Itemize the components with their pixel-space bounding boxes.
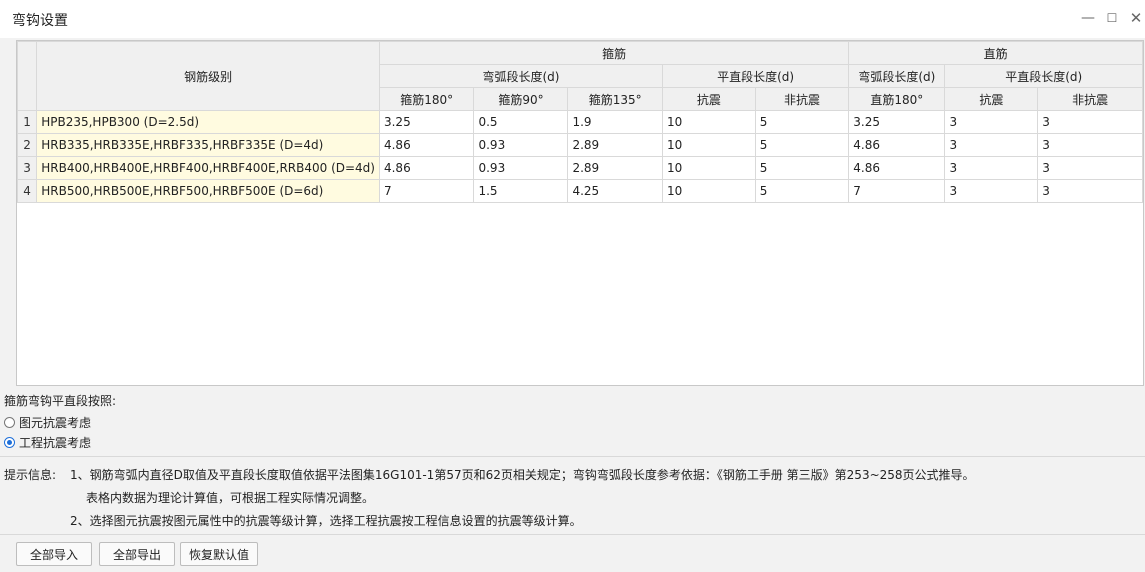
- straight-straight-length-header: 平直段长度(d): [944, 64, 1143, 88]
- hint-line-3: 2、选择图元抗震按图元属性中的抗震等级计算，选择工程抗震按工程信息设置的抗震等级…: [70, 514, 582, 528]
- straight-180-cell[interactable]: 4.86: [848, 156, 946, 180]
- stirrup-nonseismic-cell[interactable]: 5: [754, 110, 850, 134]
- close-icon[interactable]: ✕: [1126, 8, 1145, 28]
- col-straight-seismic: 抗震: [944, 87, 1039, 111]
- stirrup-180-cell[interactable]: 7: [378, 179, 475, 203]
- stirrup-180-cell[interactable]: 4.86: [378, 156, 475, 180]
- stirrup-90-cell[interactable]: 0.5: [473, 110, 569, 134]
- grade-cell[interactable]: HRB335,HRB335E,HRBF335,HRBF335E (D=4d): [36, 133, 380, 157]
- stirrup-180-cell[interactable]: 3.25: [378, 110, 475, 134]
- table-row[interactable]: 3 HRB400,HRB400E,HRBF400,HRBF400E,RRB400…: [17, 156, 1143, 180]
- dialog-body: 钢筋级别 箍筋 直筋 弯弧段长度(d) 平直段长度(d) 弯弧段长度(d) 平直…: [0, 38, 1145, 572]
- straight-seismic-cell[interactable]: 3: [944, 110, 1039, 134]
- stirrup-straight-length-header: 平直段长度(d): [661, 64, 850, 88]
- radio-element-seismic-label[interactable]: 图元抗震考虑: [19, 414, 91, 431]
- radio-button-selected[interactable]: [4, 436, 15, 448]
- divider: [0, 534, 1145, 535]
- import-all-button[interactable]: 全部导入: [16, 542, 92, 566]
- straight-nonseismic-cell[interactable]: 3: [1037, 110, 1143, 134]
- stirrup-seismic-cell[interactable]: 10: [661, 179, 756, 203]
- stirrup-nonseismic-cell[interactable]: 5: [754, 133, 850, 157]
- dialog-title: 弯钩设置: [12, 13, 68, 29]
- col-stirrup-180: 箍筋180°: [378, 87, 475, 111]
- stirrup-seismic-cell[interactable]: 10: [661, 110, 756, 134]
- col-straight-nonseismic: 非抗震: [1037, 87, 1143, 111]
- straight-arc-length-header: 弯弧段长度(d): [848, 64, 946, 88]
- radio-project-seismic[interactable]: 工程抗震考虑: [4, 433, 91, 451]
- stirrup-180-cell[interactable]: 4.86: [378, 133, 475, 157]
- hint-line-2: 表格内数据为理论计算值，可根据工程实际情况调整。: [86, 491, 375, 505]
- col-stirrup-135: 箍筋135°: [567, 87, 663, 111]
- row-number: 4: [17, 179, 38, 203]
- col-stirrup-seismic: 抗震: [661, 87, 756, 111]
- straight-seismic-cell[interactable]: 3: [944, 133, 1039, 157]
- minimize-icon[interactable]: —: [1078, 8, 1098, 28]
- straight-seismic-cell[interactable]: 3: [944, 156, 1039, 180]
- divider: [0, 456, 1145, 457]
- stirrup-135-cell[interactable]: 2.89: [567, 156, 663, 180]
- hint-line-1: 1、钢筋弯弧内直径D取值及平直段长度取值依据平法图集16G101-1第57页和6…: [70, 468, 975, 482]
- radio-button[interactable]: [4, 416, 15, 428]
- straight-180-cell[interactable]: 7: [848, 179, 946, 203]
- straight-180-cell[interactable]: 3.25: [848, 110, 946, 134]
- grade-cell[interactable]: HPB235,HPB300 (D=2.5d): [36, 110, 380, 134]
- col-straight-180: 直筋180°: [848, 87, 946, 111]
- restore-default-button[interactable]: 恢复默认值: [180, 542, 258, 566]
- dialog-titlebar: 弯钩设置 — ☐ ✕: [0, 0, 1145, 39]
- col-stirrup-nonseismic: 非抗震: [754, 87, 850, 111]
- radio-element-seismic[interactable]: 图元抗震考虑: [4, 413, 91, 431]
- straight-180-cell[interactable]: 4.86: [848, 133, 946, 157]
- straight-nonseismic-cell[interactable]: 3: [1037, 179, 1143, 203]
- stirrup-nonseismic-cell[interactable]: 5: [754, 179, 850, 203]
- hint-label: 提示信息:: [4, 468, 57, 482]
- straight-bar-group-header: 直筋: [848, 41, 1143, 65]
- export-all-button[interactable]: 全部导出: [99, 542, 175, 566]
- maximize-icon[interactable]: ☐: [1102, 8, 1122, 28]
- hook-settings-table: 钢筋级别 箍筋 直筋 弯弧段长度(d) 平直段长度(d) 弯弧段长度(d) 平直…: [17, 41, 1143, 203]
- grade-cell[interactable]: HRB400,HRB400E,HRBF400,HRBF400E,RRB400 (…: [36, 156, 380, 180]
- table-row[interactable]: 1 HPB235,HPB300 (D=2.5d) 3.25 0.5 1.9 10…: [17, 110, 1143, 134]
- stirrup-135-cell[interactable]: 2.89: [567, 133, 663, 157]
- hook-settings-grid: 钢筋级别 箍筋 直筋 弯弧段长度(d) 平直段长度(d) 弯弧段长度(d) 平直…: [16, 40, 1144, 386]
- row-number-header: [17, 41, 38, 111]
- stirrup-nonseismic-cell[interactable]: 5: [754, 156, 850, 180]
- stirrup-group-header: 箍筋: [378, 41, 850, 65]
- straight-nonseismic-cell[interactable]: 3: [1037, 156, 1143, 180]
- stirrup-135-cell[interactable]: 4.25: [567, 179, 663, 203]
- stirrup-135-cell[interactable]: 1.9: [567, 110, 663, 134]
- row-number: 1: [17, 110, 38, 134]
- straight-seismic-cell[interactable]: 3: [944, 179, 1039, 203]
- table-row[interactable]: 2 HRB335,HRB335E,HRBF335,HRBF335E (D=4d)…: [17, 133, 1143, 157]
- table-row[interactable]: 4 HRB500,HRB500E,HRBF500,HRBF500E (D=6d)…: [17, 179, 1143, 203]
- grade-column-header: 钢筋级别: [36, 41, 380, 111]
- row-number: 3: [17, 156, 38, 180]
- col-stirrup-90: 箍筋90°: [473, 87, 569, 111]
- radio-project-seismic-label[interactable]: 工程抗震考虑: [19, 434, 91, 451]
- row-number: 2: [17, 133, 38, 157]
- stirrup-90-cell[interactable]: 0.93: [473, 133, 569, 157]
- stirrup-seismic-cell[interactable]: 10: [661, 133, 756, 157]
- stirrup-arc-length-header: 弯弧段长度(d): [378, 64, 663, 88]
- stirrup-option-label: 箍筋弯钩平直段按照:: [4, 394, 117, 408]
- straight-nonseismic-cell[interactable]: 3: [1037, 133, 1143, 157]
- stirrup-90-cell[interactable]: 0.93: [473, 156, 569, 180]
- grade-cell[interactable]: HRB500,HRB500E,HRBF500,HRBF500E (D=6d): [36, 179, 380, 203]
- stirrup-seismic-cell[interactable]: 10: [661, 156, 756, 180]
- stirrup-90-cell[interactable]: 1.5: [473, 179, 569, 203]
